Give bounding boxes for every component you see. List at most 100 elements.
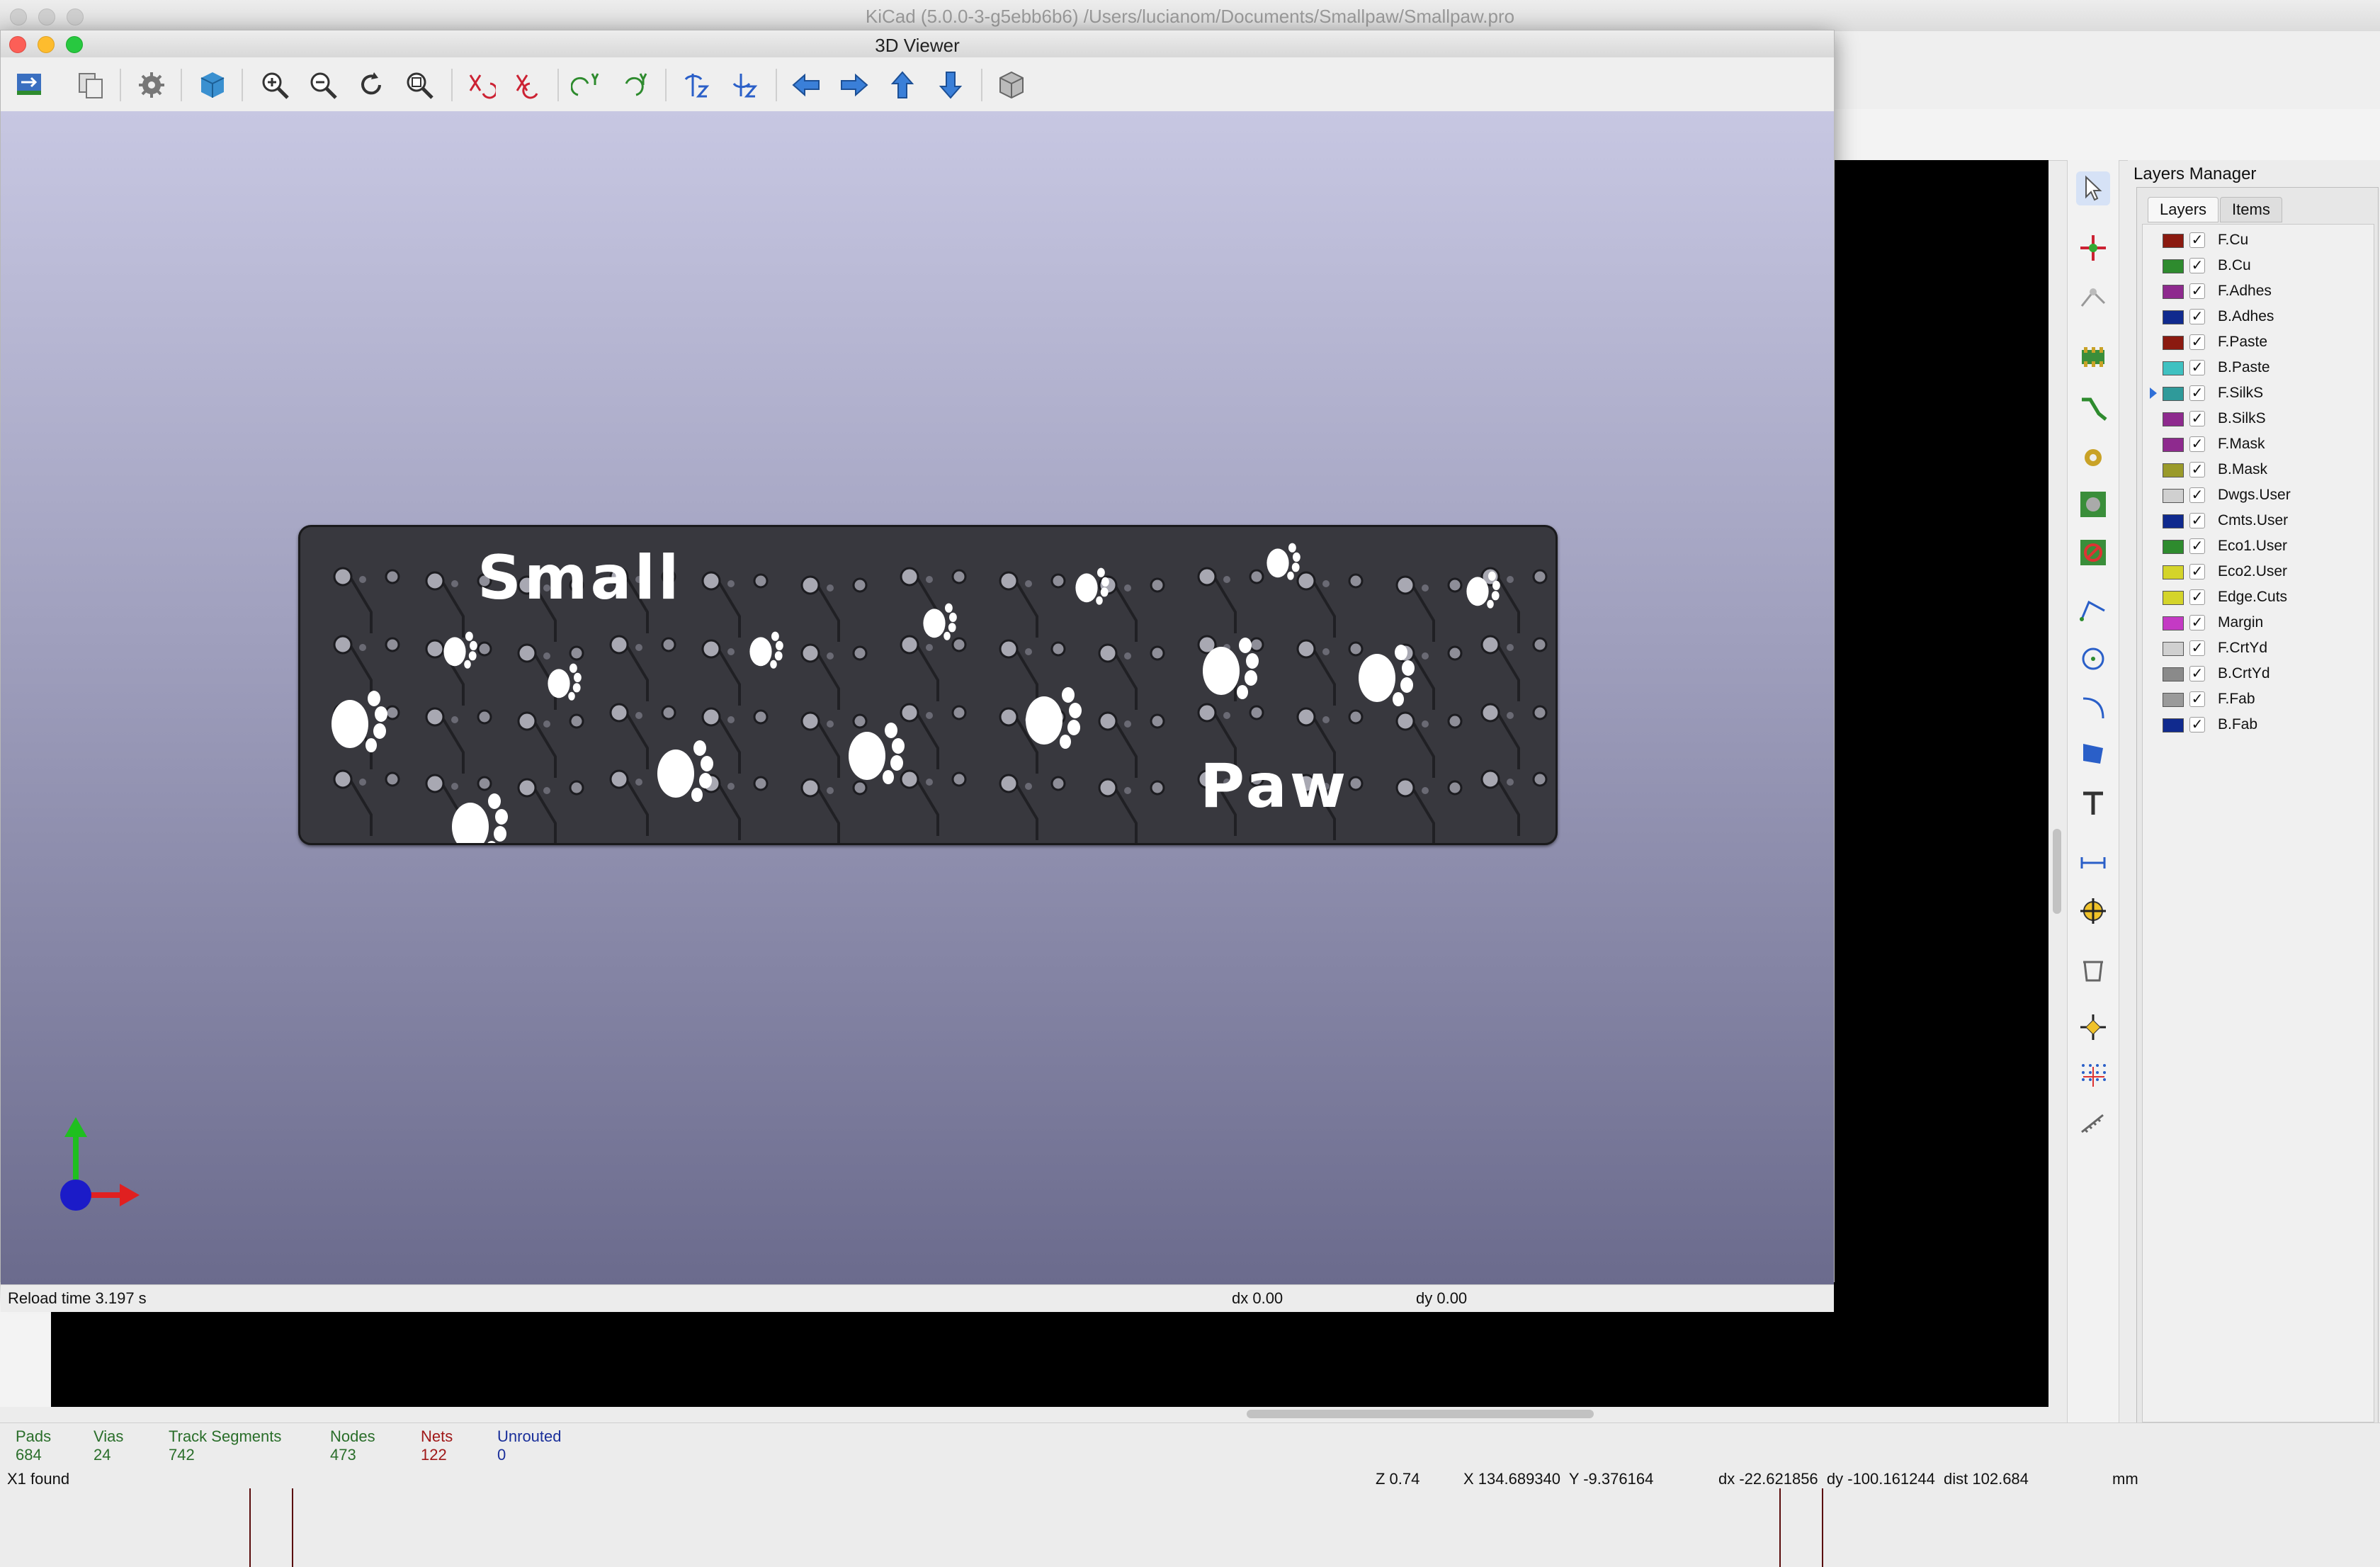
copy-icon[interactable]	[74, 69, 107, 101]
layer-row-f-fab[interactable]: ✓ F.Fab	[2143, 688, 2369, 712]
layer-color-swatch[interactable]	[2163, 463, 2184, 477]
layer-visibility-checkbox[interactable]: ✓	[2189, 283, 2205, 299]
move-left-icon[interactable]	[790, 69, 822, 101]
layer-row-f-crtyd[interactable]: ✓ F.CrtYd	[2143, 637, 2369, 661]
3d-render-canvas[interactable]: Small Paw	[1, 111, 1834, 1284]
local-ratsnest-icon[interactable]	[2076, 279, 2110, 313]
add-target-icon[interactable]	[2076, 894, 2110, 928]
layer-color-swatch[interactable]	[2163, 489, 2184, 503]
layer-row-eco1-user[interactable]: ✓ Eco1.User	[2143, 535, 2369, 559]
layer-row-b-cu[interactable]: ✓ B.Cu	[2143, 254, 2369, 278]
rotate-x-cw-icon[interactable]	[464, 69, 497, 101]
layer-visibility-checkbox[interactable]: ✓	[2189, 436, 2205, 452]
move-down-icon[interactable]	[934, 69, 967, 101]
layer-visibility-checkbox[interactable]: ✓	[2189, 589, 2205, 605]
keepout-icon[interactable]	[2076, 536, 2110, 570]
zoom-fit-icon[interactable]	[403, 69, 436, 101]
layer-color-swatch[interactable]	[2163, 540, 2184, 554]
grid-origin-icon[interactable]	[2076, 1058, 2110, 1092]
route-track-icon[interactable]	[2076, 392, 2110, 426]
layer-color-swatch[interactable]	[2163, 514, 2184, 528]
add-zone-icon[interactable]	[2076, 487, 2110, 521]
move-up-icon[interactable]	[886, 69, 919, 101]
zoom-in-icon[interactable]	[259, 69, 291, 101]
rotate-y-cw-icon[interactable]	[570, 69, 603, 101]
layer-visibility-checkbox[interactable]: ✓	[2189, 487, 2205, 503]
layer-visibility-checkbox[interactable]: ✓	[2189, 717, 2205, 732]
layer-color-swatch[interactable]	[2163, 336, 2184, 350]
layer-row-b-adhes[interactable]: ✓ B.Adhes	[2143, 305, 2369, 329]
measure-icon[interactable]	[2076, 1107, 2110, 1141]
rotate-z-ccw-icon[interactable]	[727, 69, 760, 101]
vertical-scrollbar[interactable]	[2053, 829, 2061, 914]
layer-color-swatch[interactable]	[2163, 412, 2184, 426]
layer-visibility-checkbox[interactable]: ✓	[2189, 666, 2205, 681]
layer-row-b-crtyd[interactable]: ✓ B.CrtYd	[2143, 662, 2369, 686]
layer-visibility-checkbox[interactable]: ✓	[2189, 462, 2205, 477]
layer-visibility-checkbox[interactable]: ✓	[2189, 385, 2205, 401]
layer-row-f-paste[interactable]: ✓ F.Paste	[2143, 331, 2369, 355]
layer-visibility-checkbox[interactable]: ✓	[2189, 615, 2205, 630]
layer-visibility-checkbox[interactable]: ✓	[2189, 691, 2205, 707]
layer-visibility-checkbox[interactable]: ✓	[2189, 334, 2205, 350]
raytrace-icon[interactable]	[196, 69, 229, 101]
layer-color-swatch[interactable]	[2163, 642, 2184, 656]
rotate-z-cw-icon[interactable]	[679, 69, 712, 101]
add-dimension-icon[interactable]	[2076, 846, 2110, 880]
layer-color-swatch[interactable]	[2163, 718, 2184, 732]
set-origin-icon[interactable]	[2076, 1010, 2110, 1044]
rotate-y-ccw-icon[interactable]	[618, 69, 651, 101]
layer-row-dwgs-user[interactable]: ✓ Dwgs.User	[2143, 484, 2369, 508]
layer-color-swatch[interactable]	[2163, 667, 2184, 681]
layer-visibility-checkbox[interactable]: ✓	[2189, 232, 2205, 248]
add-polygon-icon[interactable]	[2076, 737, 2110, 771]
reload-board-icon[interactable]	[13, 69, 46, 101]
layer-visibility-checkbox[interactable]: ✓	[2189, 564, 2205, 579]
horizontal-scrollbar[interactable]	[1247, 1410, 1594, 1418]
layer-row-f-cu[interactable]: ✓ F.Cu	[2143, 229, 2369, 253]
highlight-net-icon[interactable]	[2076, 231, 2110, 265]
layer-visibility-checkbox[interactable]: ✓	[2189, 513, 2205, 528]
layer-row-b-silks[interactable]: ✓ B.SilkS	[2143, 407, 2369, 431]
add-footprint-icon[interactable]	[2076, 340, 2110, 374]
ortho-icon[interactable]	[995, 69, 1028, 101]
redraw-icon[interactable]	[355, 69, 387, 101]
layer-row-b-paste[interactable]: ✓ B.Paste	[2143, 356, 2369, 380]
layer-row-edge-cuts[interactable]: ✓ Edge.Cuts	[2143, 586, 2369, 610]
layer-visibility-checkbox[interactable]: ✓	[2189, 360, 2205, 375]
layer-row-f-silks[interactable]: ✓ F.SilkS	[2143, 382, 2369, 406]
settings-icon[interactable]	[135, 69, 168, 101]
layer-color-swatch[interactable]	[2163, 693, 2184, 707]
layer-row-b-mask[interactable]: ✓ B.Mask	[2143, 458, 2369, 482]
select-arrow-icon[interactable]	[2076, 171, 2110, 205]
add-text-icon[interactable]	[2076, 786, 2110, 820]
tab-items[interactable]: Items	[2220, 197, 2282, 222]
layer-color-swatch[interactable]	[2163, 438, 2184, 452]
zoom-out-icon[interactable]	[307, 69, 339, 101]
layer-color-swatch[interactable]	[2163, 259, 2184, 273]
layer-row-f-mask[interactable]: ✓ F.Mask	[2143, 433, 2369, 457]
layer-visibility-checkbox[interactable]: ✓	[2189, 640, 2205, 656]
rotate-x-ccw-icon[interactable]	[511, 69, 543, 101]
layer-color-swatch[interactable]	[2163, 310, 2184, 324]
layer-color-swatch[interactable]	[2163, 387, 2184, 401]
layer-color-swatch[interactable]	[2163, 285, 2184, 299]
layer-color-swatch[interactable]	[2163, 565, 2184, 579]
add-circle-icon[interactable]	[2076, 642, 2110, 676]
layer-row-f-adhes[interactable]: ✓ F.Adhes	[2143, 280, 2369, 304]
layer-visibility-checkbox[interactable]: ✓	[2189, 538, 2205, 554]
layer-color-swatch[interactable]	[2163, 591, 2184, 605]
layer-visibility-checkbox[interactable]: ✓	[2189, 258, 2205, 273]
layer-color-swatch[interactable]	[2163, 234, 2184, 248]
layer-visibility-checkbox[interactable]: ✓	[2189, 309, 2205, 324]
move-right-icon[interactable]	[838, 69, 871, 101]
tab-layers[interactable]: Layers	[2148, 197, 2219, 222]
delete-icon[interactable]	[2076, 952, 2110, 986]
layer-color-swatch[interactable]	[2163, 361, 2184, 375]
add-via-icon[interactable]	[2076, 441, 2110, 475]
layer-row-cmts-user[interactable]: ✓ Cmts.User	[2143, 509, 2369, 533]
layer-row-margin[interactable]: ✓ Margin	[2143, 611, 2369, 635]
layer-row-eco2-user[interactable]: ✓ Eco2.User	[2143, 560, 2369, 584]
add-line-icon[interactable]	[2076, 594, 2110, 628]
layer-color-swatch[interactable]	[2163, 616, 2184, 630]
